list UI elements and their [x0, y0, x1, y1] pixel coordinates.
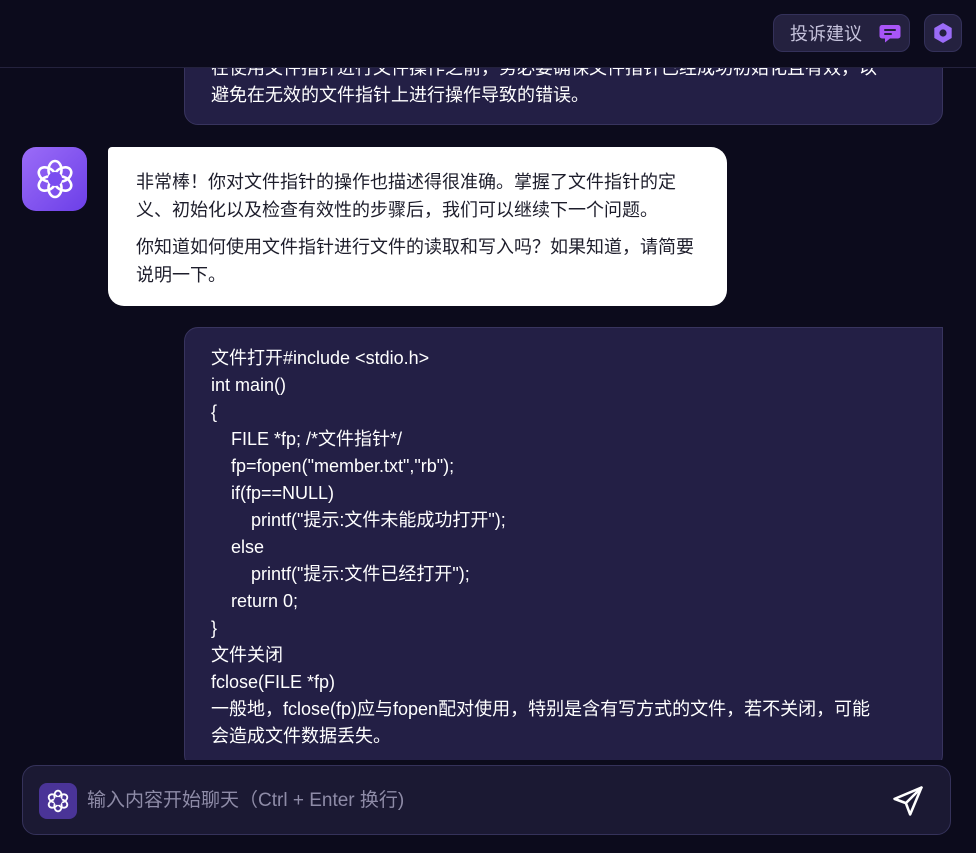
bot-avatar — [22, 147, 87, 211]
user-message-bubble: 文件打开#include <stdio.h> int main() { FILE… — [184, 327, 943, 760]
paper-plane-icon — [893, 786, 923, 816]
complaint-button[interactable]: 投诉建议 — [773, 14, 910, 52]
chat-input-bar — [22, 765, 951, 835]
user-message-text: 文件打开#include <stdio.h> int main() { FILE… — [211, 348, 871, 746]
flower-logo-icon — [36, 159, 73, 199]
chat-area[interactable]: 在使用文件指针进行文件操作之前，务必要确保文件指针已经成功初始化且有效，以 避免… — [0, 0, 976, 760]
bot-message-paragraph: 非常棒！你对文件指针的操作也描述得很准确。掌握了文件指针的定义、初始化以及检查有… — [136, 172, 676, 220]
chat-input[interactable] — [87, 784, 867, 818]
chat-bubble-icon — [879, 25, 901, 43]
send-button[interactable] — [889, 782, 927, 820]
top-bar: 投诉建议 — [0, 0, 976, 68]
flower-logo-icon — [47, 789, 69, 813]
settings-button[interactable] — [924, 14, 962, 52]
bot-message-paragraph: 你知道如何使用文件指针进行文件的读取和写入吗？如果知道，请简要说明一下。 — [136, 237, 694, 285]
hexagon-settings-icon — [934, 23, 952, 43]
complaint-button-label: 投诉建议 — [790, 24, 862, 44]
chat-app: 在使用文件指针进行文件操作之前，务必要确保文件指针已经成功初始化且有效，以 避免… — [0, 0, 976, 853]
input-logo — [39, 783, 77, 819]
bot-message-bubble: 非常棒！你对文件指针的操作也描述得很准确。掌握了文件指针的定义、初始化以及检查有… — [108, 147, 727, 306]
